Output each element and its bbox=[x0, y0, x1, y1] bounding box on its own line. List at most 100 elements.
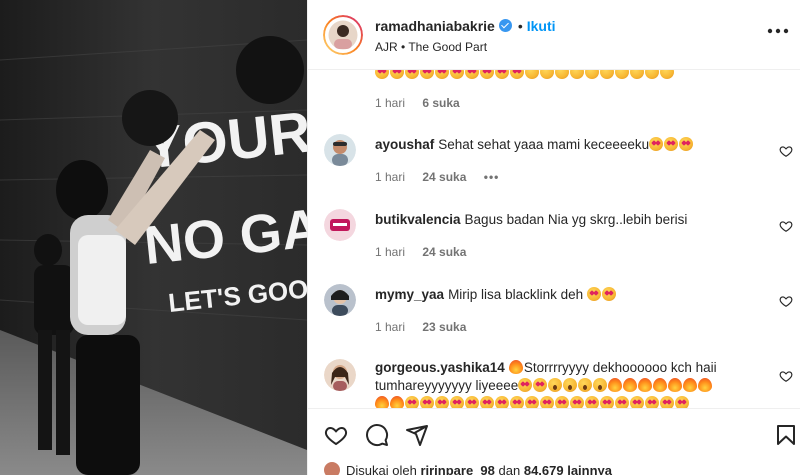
liked-by: Disukai oleh ririnpare_98 dan 84.679 lai… bbox=[324, 462, 612, 475]
bookmark-icon[interactable] bbox=[774, 423, 798, 447]
comment-meta: 1 hari 6 suka bbox=[375, 96, 474, 110]
emoji-icon bbox=[508, 360, 523, 374]
emoji-icon bbox=[630, 70, 644, 79]
emoji-icon bbox=[563, 378, 578, 392]
emoji-icon bbox=[525, 70, 539, 79]
comment-heart-icon[interactable] bbox=[779, 219, 793, 233]
emoji-icon bbox=[548, 378, 563, 392]
liker-avatar[interactable] bbox=[324, 462, 340, 475]
author-avatar[interactable] bbox=[323, 15, 363, 55]
comment-likes[interactable]: 24 suka bbox=[422, 245, 466, 259]
emoji-icon bbox=[660, 396, 674, 408]
emoji-icon bbox=[555, 396, 569, 408]
emoji-icon bbox=[578, 378, 593, 392]
share-icon[interactable] bbox=[405, 423, 429, 447]
comment-emoji-line bbox=[375, 70, 675, 82]
commenter-username[interactable]: gorgeous.yashika14 bbox=[375, 360, 505, 375]
comment-likes[interactable]: 24 suka bbox=[422, 170, 466, 184]
emoji-icon bbox=[510, 396, 524, 408]
emoji-icon bbox=[405, 70, 419, 79]
emoji-icon bbox=[420, 70, 434, 79]
comment-time[interactable]: 1 hari bbox=[375, 320, 405, 334]
emoji-icon bbox=[405, 396, 419, 408]
comment-heart-icon[interactable] bbox=[779, 294, 793, 308]
comments-list[interactable]: 1 hari 6 suka ayoushaf Sehat sehat yaaa m… bbox=[308, 70, 800, 408]
heart-icon[interactable] bbox=[324, 423, 348, 447]
emoji-icon bbox=[510, 70, 524, 79]
emoji-icon bbox=[585, 396, 599, 408]
commenter-avatar[interactable] bbox=[324, 134, 356, 166]
comment-heart-icon[interactable] bbox=[779, 144, 793, 158]
emoji-icon bbox=[638, 378, 653, 392]
emoji-icon bbox=[660, 70, 674, 79]
comment-item: butikvalencia Bagus badan Nia yg skrg..le… bbox=[308, 205, 800, 267]
comment-text: Sehat sehat yaaa mami keceeeeku bbox=[438, 137, 650, 152]
liked-by-middle: dan bbox=[498, 463, 521, 475]
emoji-icon bbox=[495, 396, 509, 408]
comment-time[interactable]: 1 hari bbox=[375, 245, 405, 259]
post-media[interactable]: YOUR NO GAIN LET'S GOOOOOOO bbox=[0, 0, 307, 475]
emoji-icon bbox=[668, 378, 683, 392]
emoji-icon bbox=[586, 287, 601, 301]
emoji-icon bbox=[585, 70, 599, 79]
comment-item: 1 hari 6 suka bbox=[308, 70, 800, 116]
comment-body: ayoushaf Sehat sehat yaaa mami keceeeeku bbox=[375, 136, 765, 154]
comment-text: Bagus badan Nia yg skrg..lebih berisi bbox=[464, 212, 688, 227]
emoji-icon bbox=[533, 378, 548, 392]
comment-item: mymy_yaa Mirip lisa blacklink deh 1 hari … bbox=[308, 280, 800, 342]
emoji-icon bbox=[679, 137, 694, 151]
emoji-icon bbox=[608, 378, 623, 392]
comment-body: mymy_yaa Mirip lisa blacklink deh bbox=[375, 286, 765, 304]
emoji-icon bbox=[600, 70, 614, 79]
comment-options-icon[interactable]: ••• bbox=[484, 170, 500, 184]
post-actions: Disukai oleh ririnpare_98 dan 84.679 lai… bbox=[308, 408, 800, 475]
emoji-icon bbox=[435, 396, 449, 408]
emoji-icon bbox=[593, 378, 608, 392]
emoji-icon bbox=[518, 378, 533, 392]
post-sidebar: ramadhaniabakrie • Ikuti AJR • The Good Pa… bbox=[307, 0, 800, 475]
emoji-icon bbox=[525, 396, 539, 408]
emoji-icon bbox=[600, 396, 614, 408]
emoji-icon bbox=[664, 137, 679, 151]
liked-by-user[interactable]: ririnpare_98 bbox=[420, 463, 494, 475]
emoji-icon bbox=[698, 378, 713, 392]
header-separator: • bbox=[517, 18, 523, 34]
comment-body: butikvalencia Bagus badan Nia yg skrg..le… bbox=[375, 211, 765, 229]
comment-icon[interactable] bbox=[365, 423, 389, 447]
commenter-avatar[interactable] bbox=[324, 284, 356, 316]
comment-body: gorgeous.yashika14 Storrrryyyy dekhoooooo… bbox=[375, 359, 765, 408]
post-header: ramadhaniabakrie • Ikuti AJR • The Good Pa… bbox=[308, 0, 800, 70]
comment-time[interactable]: 1 hari bbox=[375, 96, 405, 110]
commenter-avatar[interactable] bbox=[324, 209, 356, 241]
comment-text: Mirip lisa blacklink deh bbox=[448, 287, 584, 302]
emoji-icon bbox=[480, 396, 494, 408]
emoji-icon bbox=[675, 396, 689, 408]
emoji-icon bbox=[555, 70, 569, 79]
follow-button[interactable]: Ikuti bbox=[527, 18, 556, 34]
comment-heart-icon[interactable] bbox=[779, 369, 793, 383]
more-icon[interactable] bbox=[767, 24, 789, 38]
comment-likes[interactable]: 6 suka bbox=[422, 96, 459, 110]
emoji-icon bbox=[570, 396, 584, 408]
audio-attribution[interactable]: AJR • The Good Part bbox=[375, 40, 487, 54]
liked-by-count[interactable]: 84.679 lainnya bbox=[524, 463, 612, 475]
emoji-icon bbox=[435, 70, 449, 79]
author-line: ramadhaniabakrie • Ikuti bbox=[375, 18, 556, 34]
author-username[interactable]: ramadhaniabakrie bbox=[375, 18, 495, 34]
commenter-avatar[interactable] bbox=[324, 359, 356, 391]
comment-meta: 1 hari 24 suka bbox=[375, 245, 480, 259]
commenter-username[interactable]: mymy_yaa bbox=[375, 287, 444, 302]
liked-by-prefix: Disukai oleh bbox=[346, 463, 417, 475]
comment-item: ayoushaf Sehat sehat yaaa mami keceeeeku … bbox=[308, 130, 800, 192]
comment-likes[interactable]: 23 suka bbox=[422, 320, 466, 334]
commenter-username[interactable]: ayoushaf bbox=[375, 137, 434, 152]
comment-time[interactable]: 1 hari bbox=[375, 170, 405, 184]
emoji-icon bbox=[465, 396, 479, 408]
emoji-icon bbox=[601, 287, 616, 301]
emoji-icon bbox=[623, 378, 638, 392]
commenter-username[interactable]: butikvalencia bbox=[375, 212, 461, 227]
comment-meta: 1 hari 23 suka bbox=[375, 320, 480, 334]
emoji-icon bbox=[375, 70, 389, 79]
emoji-icon bbox=[630, 396, 644, 408]
emoji-icon bbox=[450, 396, 464, 408]
